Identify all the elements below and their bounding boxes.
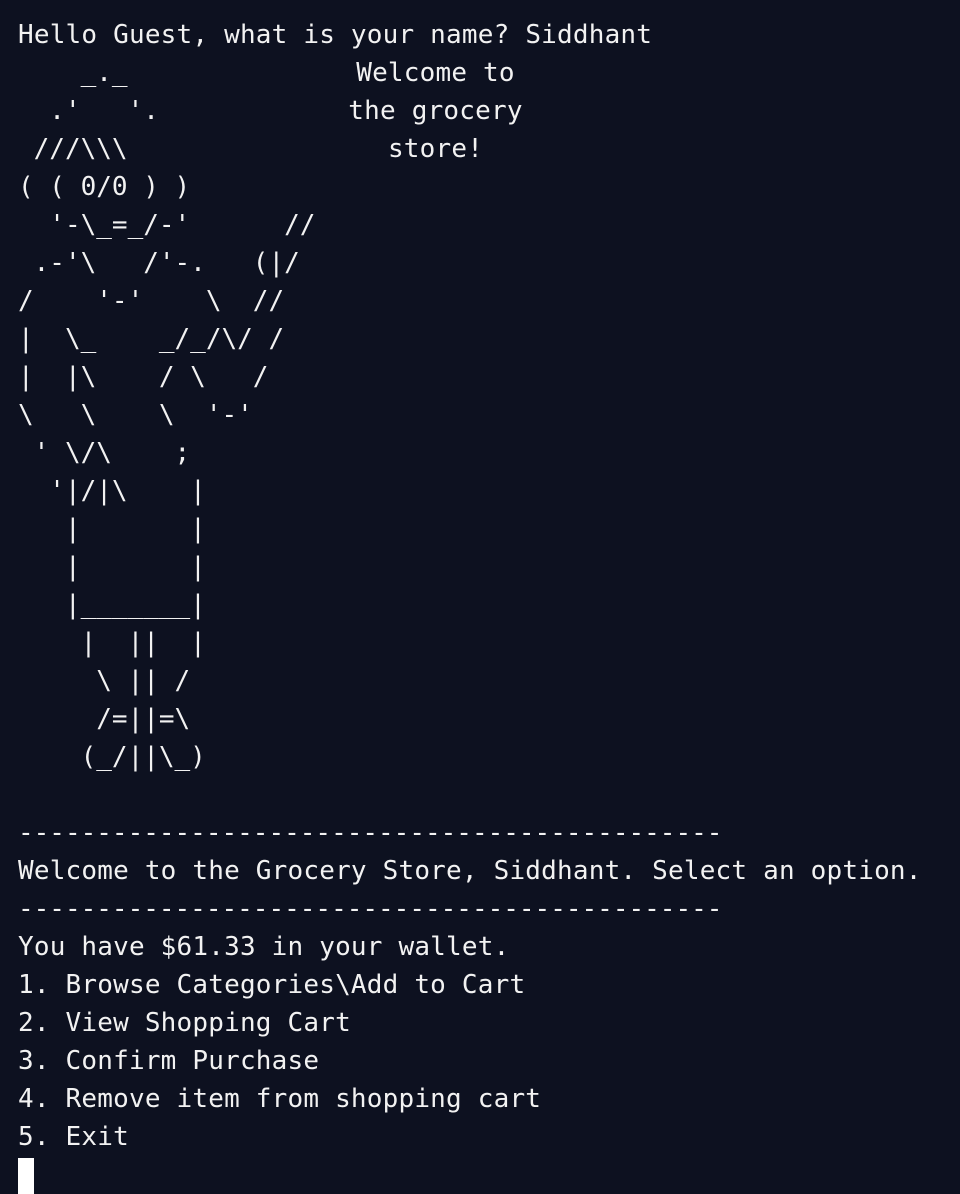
greeting-line-1: Welcome to <box>356 58 515 88</box>
menu-option-remove: 4. Remove item from shopping cart <box>18 1084 542 1114</box>
name-prompt-answer: Siddhant <box>525 20 653 50</box>
welcome-message: Welcome to the Grocery Store, Siddhant. … <box>18 856 922 886</box>
input-line[interactable] <box>18 1156 948 1194</box>
terminal-cursor[interactable] <box>18 1157 34 1194</box>
menu-option-exit: 5. Exit <box>18 1122 129 1152</box>
welcome-greeting: Welcome to the grocery store! <box>338 54 533 168</box>
wallet-balance: You have $61.33 in your wallet. <box>18 932 510 962</box>
menu-option-browse: 1. Browse Categories\Add to Cart <box>18 970 526 1000</box>
shopper-ascii-art: _._ .' '. ///\\\ ( ( 0/0 ) ) '-\_=_/-' /… <box>18 58 316 772</box>
separator-bottom: ----------------------------------------… <box>18 894 723 924</box>
name-prompt-question: Hello Guest, what is your name? <box>18 20 510 50</box>
menu-option-view-cart: 2. View Shopping Cart <box>18 1008 351 1038</box>
name-prompt-line: Hello Guest, what is your name? Siddhant <box>18 16 948 54</box>
greeting-line-2: the grocery <box>348 96 523 126</box>
separator-top: ----------------------------------------… <box>18 818 723 848</box>
terminal-window: Hello Guest, what is your name? Siddhant… <box>18 16 948 1194</box>
menu-option-confirm: 3. Confirm Purchase <box>18 1046 320 1076</box>
greeting-line-3: store! <box>387 134 484 164</box>
ascii-art-block: _._ .' '. ///\\\ ( ( 0/0 ) ) '-\_=_/-' /… <box>18 54 948 814</box>
